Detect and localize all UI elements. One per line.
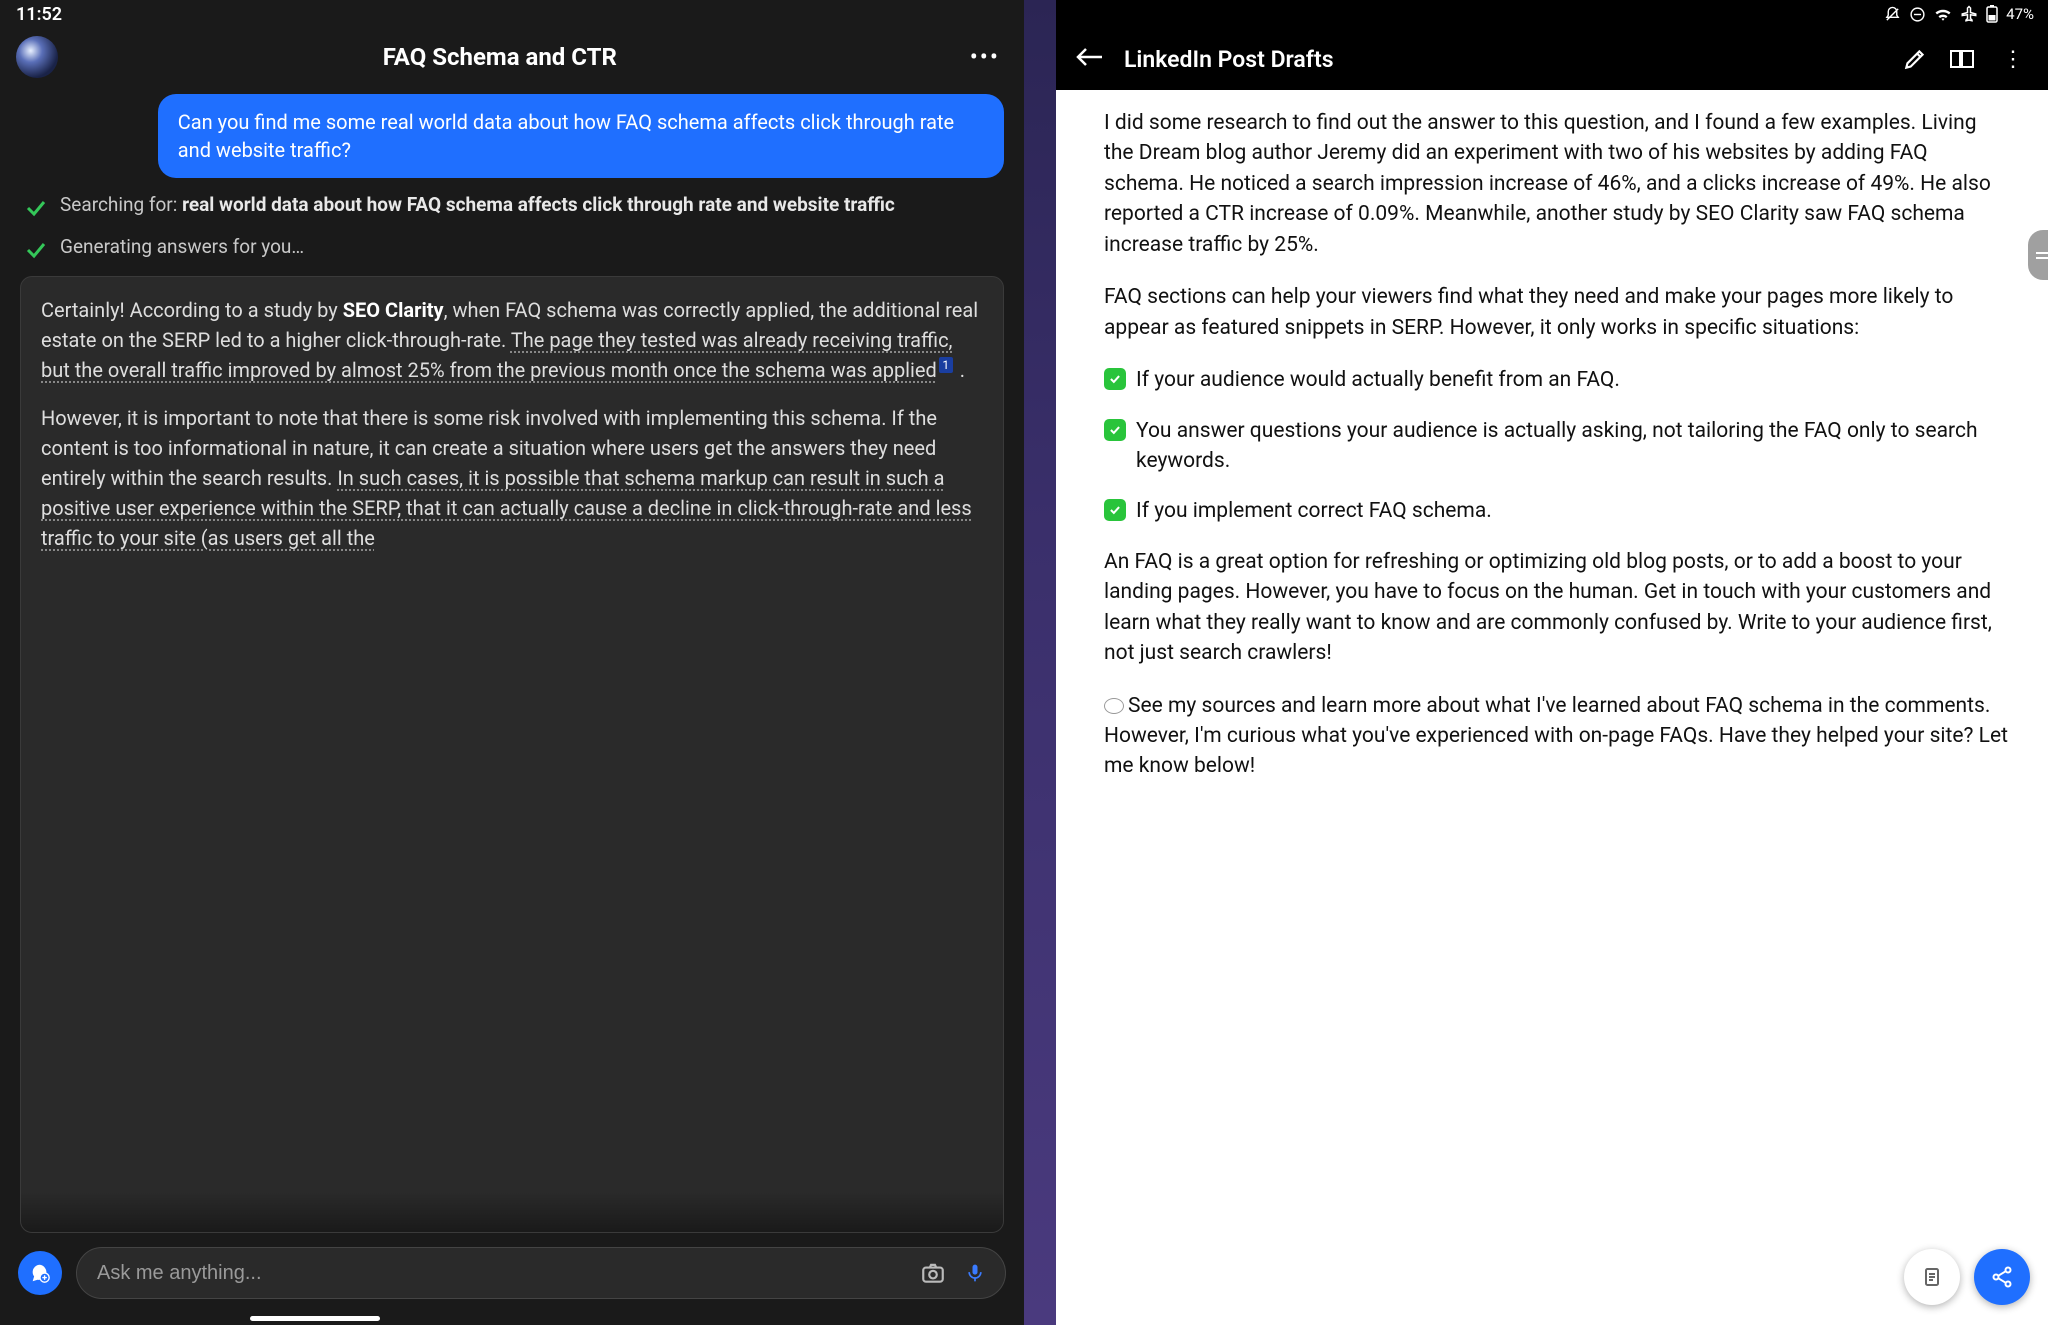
- avatar[interactable]: [16, 36, 58, 78]
- assistant-answer: Certainly! According to a study by SEO C…: [20, 276, 1004, 1233]
- document-header: LinkedIn Post Drafts ⋮: [1056, 28, 2048, 90]
- mic-icon[interactable]: [959, 1257, 991, 1289]
- edit-icon[interactable]: [1902, 46, 1928, 72]
- doc-paragraph: I did some research to find out the answ…: [1104, 108, 2008, 260]
- status-bar-time: 11:52: [0, 0, 1024, 28]
- doc-paragraph: FAQ sections can help your viewers find …: [1104, 282, 2008, 343]
- document-title: LinkedIn Post Drafts: [1124, 46, 1882, 73]
- speech-bubble-icon: [1104, 698, 1124, 714]
- back-button[interactable]: [1074, 45, 1104, 73]
- notes-fab[interactable]: [1904, 1249, 1960, 1305]
- answer-paragraph-1: Certainly! According to a study by SEO C…: [41, 295, 983, 385]
- more-options-icon[interactable]: •••: [962, 39, 1008, 75]
- battery-icon: [1986, 5, 1998, 23]
- new-topic-button[interactable]: [18, 1251, 62, 1295]
- citation-badge[interactable]: 1: [939, 357, 953, 373]
- fab-container: [1904, 1249, 2030, 1305]
- searching-status: Searching for: real world data about how…: [20, 192, 1004, 220]
- checklist-item: If your audience would actually benefit …: [1104, 365, 2008, 395]
- search-status-text: Searching for: real world data about how…: [60, 192, 895, 219]
- checkmark-icon: [1104, 368, 1126, 390]
- reader-icon[interactable]: [1948, 46, 1976, 72]
- checkmark-icon: [1104, 499, 1126, 521]
- doc-paragraph: See my sources and learn more about what…: [1104, 691, 2008, 782]
- battery-percent: 47%: [2006, 5, 2034, 23]
- airplane-icon: [1960, 5, 1978, 23]
- nav-handle-left[interactable]: [250, 1316, 380, 1321]
- chat-header: FAQ Schema and CTR •••: [0, 28, 1024, 94]
- camera-icon[interactable]: [917, 1257, 949, 1289]
- wifi-icon: [1934, 7, 1952, 21]
- dnd-icon: [1884, 6, 1901, 23]
- check-icon: [24, 196, 48, 220]
- checklist-item: If you implement correct FAQ schema.: [1104, 496, 2008, 526]
- status-bar-right: 47%: [1056, 0, 2048, 28]
- check-icon: [24, 238, 48, 262]
- generating-text: Generating answers for you…: [60, 234, 304, 261]
- checkmark-icon: [1104, 419, 1126, 441]
- chat-messages: Can you find me some real world data abo…: [0, 94, 1024, 1233]
- chat-input-row: [0, 1233, 1024, 1325]
- answer-paragraph-2: However, it is important to note that th…: [41, 403, 983, 553]
- document-pane: 47% LinkedIn Post Drafts ⋮ I did some re…: [1056, 0, 2048, 1325]
- fade-overlay: [21, 1192, 1003, 1232]
- generating-status: Generating answers for you…: [20, 234, 1004, 262]
- overflow-menu-icon[interactable]: ⋮: [1996, 47, 2030, 72]
- split-divider[interactable]: [1024, 0, 1056, 1325]
- chat-title: FAQ Schema and CTR: [70, 43, 950, 71]
- user-message-bubble: Can you find me some real world data abo…: [158, 94, 1004, 178]
- document-content[interactable]: I did some research to find out the answ…: [1056, 90, 2048, 1325]
- scroll-handle[interactable]: [2028, 230, 2048, 280]
- doc-paragraph: An FAQ is a great option for refreshing …: [1104, 547, 2008, 669]
- share-fab[interactable]: [1974, 1249, 2030, 1305]
- checklist-item: You answer questions your audience is ac…: [1104, 416, 2008, 477]
- chat-input[interactable]: [97, 1262, 907, 1285]
- nav-handle-right[interactable]: [1618, 1316, 1748, 1321]
- chat-app-pane: 11:52 FAQ Schema and CTR ••• Can you fin…: [0, 0, 1024, 1325]
- chat-input-container: [76, 1247, 1006, 1299]
- minus-circle-icon: [1909, 6, 1926, 23]
